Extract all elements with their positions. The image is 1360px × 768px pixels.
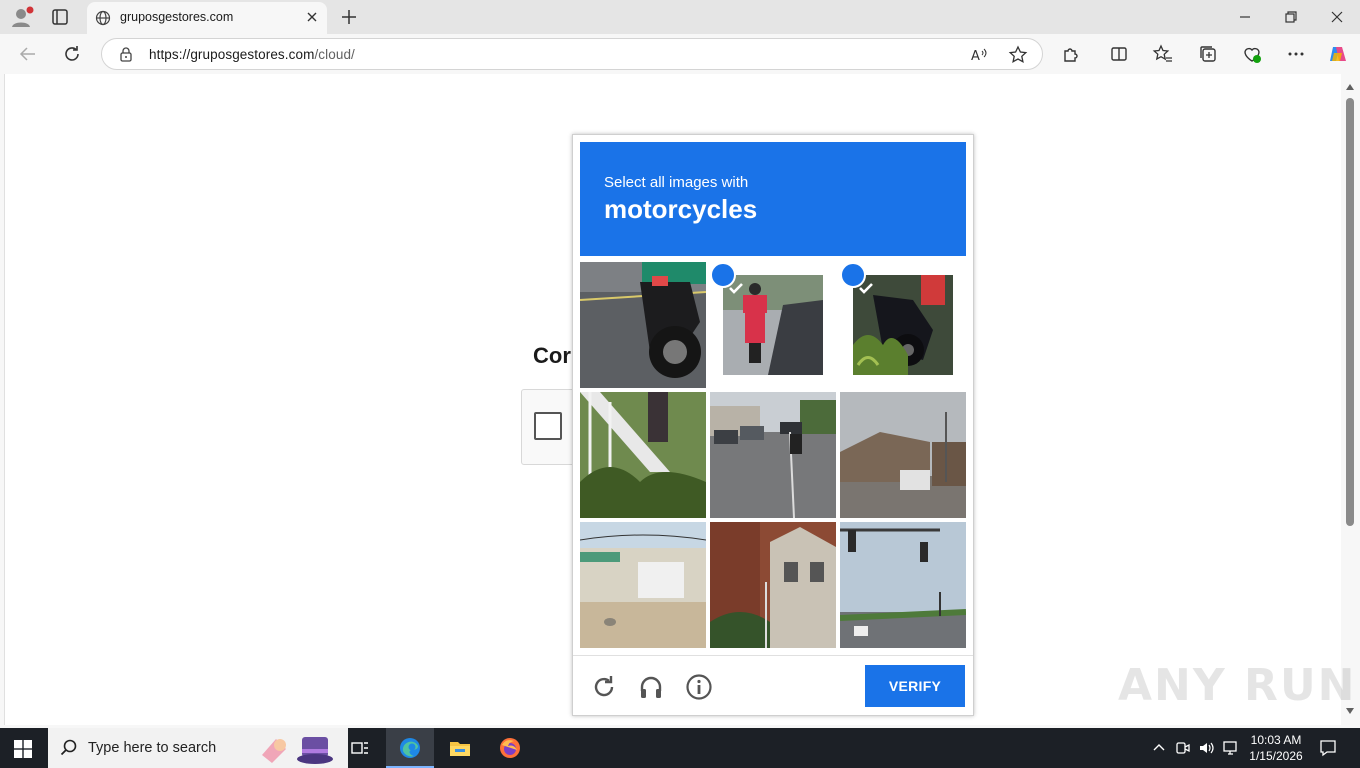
tab-actions-icon[interactable]	[50, 7, 70, 27]
refresh-icon[interactable]	[61, 43, 83, 65]
url-text: https://gruposgestores.com/cloud/	[149, 47, 355, 62]
captcha-tile-1[interactable]	[580, 262, 706, 388]
captcha-tile-4[interactable]	[580, 392, 706, 518]
show-hidden-icons-icon[interactable]	[1150, 739, 1168, 757]
url-host: https://gruposgestores.com	[149, 47, 315, 62]
address-bar[interactable]: https://gruposgestores.com/cloud/ A	[101, 38, 1043, 70]
tile-image	[710, 522, 836, 648]
url-path: /cloud/	[314, 47, 355, 62]
page-scrollbar[interactable]	[1341, 74, 1360, 725]
clock-date: 1/15/2026	[1249, 749, 1303, 763]
captcha-tile-5[interactable]	[710, 392, 836, 518]
minimize-icon[interactable]	[1234, 6, 1256, 28]
verify-button[interactable]: VERIFY	[865, 665, 965, 707]
new-tab-icon[interactable]	[339, 7, 359, 27]
tile-image	[580, 522, 706, 648]
read-aloud-icon[interactable]: A	[968, 45, 988, 65]
close-window-icon[interactable]	[1326, 6, 1348, 28]
close-tab-icon[interactable]	[305, 10, 319, 24]
search-highlight-icon	[262, 737, 333, 764]
captcha-tile-6[interactable]	[840, 392, 966, 518]
tile-image	[580, 262, 706, 388]
selected-check-icon	[840, 262, 873, 294]
meet-now-icon[interactable]	[1174, 739, 1192, 757]
taskbar-clock[interactable]: 10:03 AM 1/15/2026	[1244, 732, 1308, 764]
captcha-footer-divider	[573, 655, 973, 656]
scroll-up-arrow[interactable]	[1346, 84, 1354, 90]
favorites-icon[interactable]	[1152, 43, 1174, 65]
file-explorer-icon[interactable]	[436, 728, 484, 768]
globe-icon	[95, 10, 111, 26]
info-icon[interactable]	[685, 673, 713, 701]
restore-icon[interactable]	[1280, 6, 1302, 28]
notifications-icon[interactable]	[1318, 738, 1338, 758]
firefox-icon[interactable]	[486, 728, 534, 768]
captcha-challenge: Select all images with motorcycles VERIF…	[572, 134, 974, 716]
split-screen-icon[interactable]	[1108, 43, 1130, 65]
captcha-instruction: Select all images with	[604, 174, 749, 191]
tile-image	[580, 392, 706, 518]
tab-bar: gruposgestores.com	[0, 0, 1360, 34]
task-view-icon[interactable]	[336, 728, 384, 768]
recaptcha-checkbox[interactable]	[534, 412, 562, 440]
tile-image	[840, 522, 966, 648]
browser-essentials-icon[interactable]	[1241, 43, 1263, 65]
selected-check-icon	[710, 262, 743, 294]
browser-tab[interactable]: gruposgestores.com	[87, 2, 327, 34]
edge-taskbar-icon[interactable]	[386, 728, 434, 768]
captcha-tile-9[interactable]	[840, 522, 966, 648]
favorite-star-icon[interactable]	[1008, 45, 1028, 65]
windows-taskbar: Type here to search 10:03 AM 1/15/2026	[0, 728, 1360, 768]
svg-text:A: A	[971, 49, 980, 64]
watermark-text: ANY RUN	[1118, 660, 1357, 711]
extensions-icon[interactable]	[1060, 43, 1082, 65]
search-icon	[60, 739, 77, 756]
tile-image	[840, 392, 966, 518]
captcha-tile-8[interactable]	[710, 522, 836, 648]
clock-time: 10:03 AM	[1250, 733, 1302, 747]
captcha-tile-7[interactable]	[580, 522, 706, 648]
tab-title: gruposgestores.com	[120, 10, 234, 24]
browser-toolbar: https://gruposgestores.com/cloud/ A	[0, 34, 1360, 74]
captcha-tile-2[interactable]	[710, 262, 836, 388]
reload-challenge-icon[interactable]	[590, 673, 618, 701]
scroll-thumb[interactable]	[1346, 98, 1354, 526]
taskbar-search-box[interactable]: Type here to search	[48, 728, 348, 768]
captcha-header: Select all images with motorcycles	[580, 142, 966, 256]
tile-image	[710, 392, 836, 518]
network-icon[interactable]	[1222, 739, 1240, 757]
captcha-target: motorcycles	[604, 194, 758, 224]
search-placeholder: Type here to search	[88, 740, 217, 756]
copilot-icon[interactable]	[1327, 43, 1349, 65]
profile-icon[interactable]	[10, 6, 34, 28]
more-menu-icon[interactable]	[1285, 43, 1307, 65]
volume-icon[interactable]	[1198, 739, 1216, 757]
windows-start-icon[interactable]	[14, 740, 32, 758]
page-heading: Cor	[533, 343, 571, 368]
collections-icon[interactable]	[1197, 43, 1219, 65]
back-icon[interactable]	[17, 43, 39, 65]
audio-challenge-icon[interactable]	[637, 673, 665, 701]
captcha-tile-3[interactable]	[840, 262, 966, 388]
lock-icon[interactable]	[118, 46, 134, 62]
